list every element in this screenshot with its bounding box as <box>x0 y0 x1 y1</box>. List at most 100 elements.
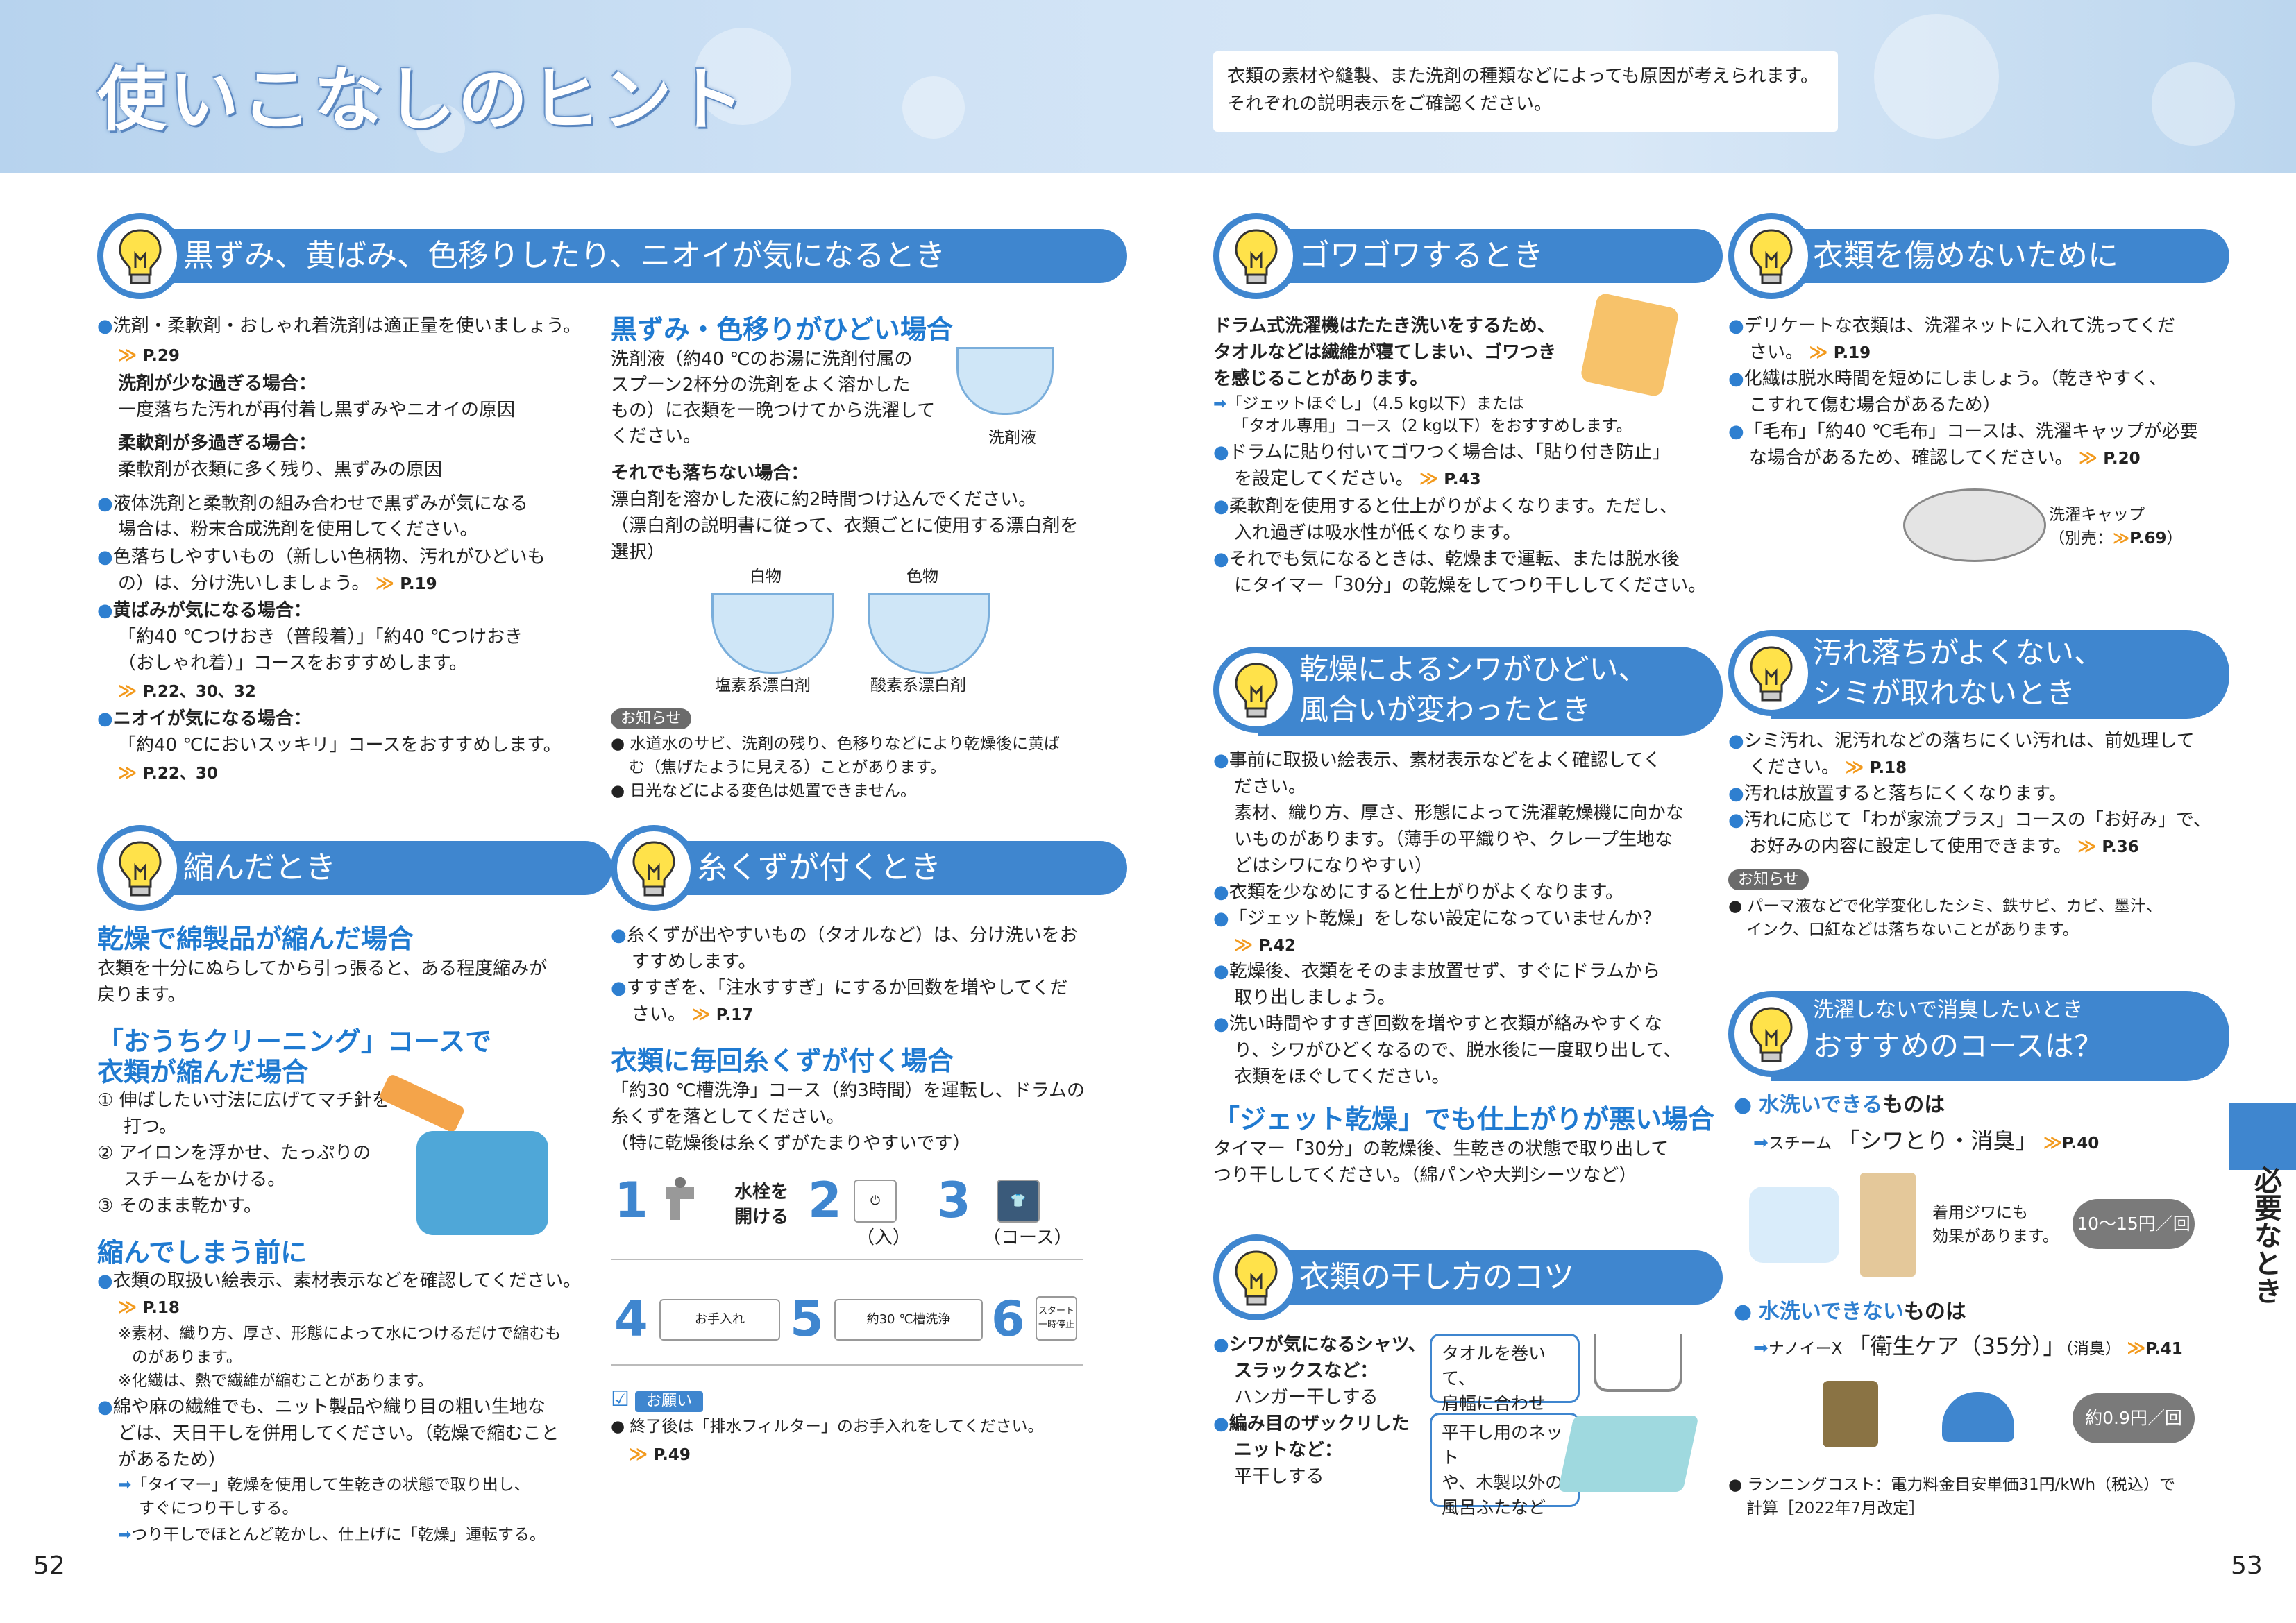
section-heading-shoshu: 洗濯しないで消臭したいとき おすすめのコースは？ <box>1771 991 2229 1081</box>
list-item: ●それでも気になるときは、乾燥まで運転、または脱水後 <box>1213 549 1680 570</box>
list-item: ●液体洗剤と柔軟剤の組み合わせで黒ずみが気になる <box>97 493 528 514</box>
list-item: ●色落ちしやすいもの（新しい色柄物、汚れがひどいも <box>97 547 546 568</box>
page-number-right: 53 <box>2231 1552 2263 1580</box>
caption: 酸素系漂白剤 <box>870 677 966 695</box>
list-item: ●汚れは放置すると落ちにくくなります。 <box>1728 783 2067 804</box>
lightbulb-icon <box>97 213 183 299</box>
list-item: ●糸くずが出やすいもの（タオルなど）は、分け洗いをお <box>611 925 1078 946</box>
text: 素材、織り方、厚さ、形態によって洗濯乾燥機に向かな <box>1234 803 1684 824</box>
text: お好みの内容に設定して使用できます。 ≫ P.36 <box>1749 836 2139 857</box>
text: な場合があるため、確認してください。 ≫ P.20 <box>1749 448 2141 468</box>
list-item: ●汚れに応じて「わが家流プラス」コースの「お好み」で、 <box>1728 810 2211 831</box>
sub-label: それでも落ちない場合： <box>611 463 809 484</box>
page-number-left: 52 <box>33 1552 65 1580</box>
arrow-item: ➡「ジェットほぐし」（4.5 kg以下）または <box>1213 395 1524 413</box>
section-heading-shiwa: 乾燥によるシワがひどい、 風合いが変わったとき <box>1258 647 1723 736</box>
section-heading-kurozumi: 黒ずみ、黄ばみ、色移りしたり、ニオイが気になるとき <box>139 229 1127 283</box>
caption: 塩素系漂白剤 <box>715 677 811 695</box>
text: どはシワになりやすい） <box>1234 856 1433 876</box>
page-ref[interactable]: ≫ P.22、30 <box>118 760 218 786</box>
list-item: ●デリケートな衣類は、洗濯ネットに入れて洗ってくだ <box>1728 316 2175 337</box>
heading-line: シミが取れないとき <box>1813 676 2076 710</box>
step: ② アイロンを浮かせ、たっぷりの <box>97 1143 371 1164</box>
text: スプーン2杯分の洗剤をよく溶かした <box>611 375 911 396</box>
caption: 洗濯キャップ <box>2049 506 2145 524</box>
text: 一度落ちた汚れが再付着し黒ずみやニオイの原因 <box>118 400 516 420</box>
header-note-line: 衣類の素材や縫製、また洗剤の種類などによっても原因が考えられます。 <box>1227 66 1819 87</box>
section-heading-yogore: 汚れ落ちがよくない、 シミが取れないとき <box>1771 630 2229 719</box>
page-ref[interactable]: ≫ P.22、30、32 <box>118 679 256 704</box>
step-number: 5 <box>790 1291 824 1348</box>
list-item: ●「毛布」「約40 ℃毛布」コースは、洗濯キャップが必要 <box>1728 421 2198 442</box>
section-heading-itokuzu: 糸くずが付くとき <box>652 841 1127 895</box>
cap-illustration <box>1942 1392 2014 1442</box>
callout-line: 平干し用のネット <box>1442 1422 1564 1468</box>
text: インク、口紅などは落ちないことがあります。 <box>1746 921 2079 939</box>
non-washable-label: ● 水洗いできないものは <box>1734 1300 1966 1324</box>
text: （おしゃれ着）」コースをおすすめします。 <box>118 653 468 674</box>
step-number: 6 <box>991 1291 1025 1348</box>
page-ref[interactable]: ≫ P.18 <box>118 1295 180 1320</box>
notice-badge: お知らせ <box>1728 866 1809 892</box>
subsection-heading: 黒ずみ・色移りがひどい場合 <box>611 314 953 345</box>
text: 柔軟剤が衣類に多く残り、黒ずみの原因 <box>118 459 442 480</box>
step-text: （入） <box>856 1227 911 1248</box>
request-badge: ☑ お願い <box>611 1386 704 1413</box>
list-item: ● 水道水のサビ、洗剤の残り、色移りなどにより乾燥後に黄ば <box>611 735 1061 753</box>
text: 漂白剤を溶かした液に約2時間つけ込んでください。 <box>611 489 1037 510</box>
heading-line: 乾燥によるシワがひどい、 <box>1299 652 1648 686</box>
text: ドラム式洗濯機はたたき洗いをするため、 <box>1213 316 1555 337</box>
subsection-heading: 衣類が縮んだ場合 <box>97 1057 309 1087</box>
list-item: ●シワが気になるシャツ、 <box>1213 1334 1426 1355</box>
text: 衣類をほぐしてください。 <box>1234 1067 1450 1087</box>
text: 取り出しましょう。 <box>1234 987 1396 1008</box>
list-item: ● パーマ液などで化学変化したシミ、鉄サビ、カビ、墨汁、 <box>1728 897 2162 915</box>
caption: （別売：≫P.69） <box>2049 529 2183 547</box>
subsection-heading: 「おうちクリーニング」コースで <box>97 1026 492 1057</box>
hanger-illustration <box>1594 1334 1682 1392</box>
section-heading-hoshi: 衣類の干し方のコツ <box>1258 1250 1723 1305</box>
text: にタイマー「30分」の乾燥をしてつり干ししてください。 <box>1234 575 1707 596</box>
page-ref[interactable]: ≫ P.29 <box>118 343 180 368</box>
shirt-illustration <box>1749 1187 1839 1263</box>
basin-illustration <box>956 347 1054 415</box>
list-item: ● 終了後は「排水フィルター」のお手入れをしてください。 <box>611 1418 1044 1436</box>
towel-illustration <box>1579 291 1680 398</box>
text: 洗剤液（約40 ℃のお湯に洗剤付属の <box>611 349 913 370</box>
page-title: 使いこなしのヒント <box>97 59 747 140</box>
lightbulb-icon <box>1213 1234 1299 1320</box>
note: ※化繊は、熱で繊維が縮むことがあります。 <box>118 1372 433 1390</box>
heading-line: おすすめのコースは？ <box>1813 1029 2103 1063</box>
list-item: ●衣類の取扱い絵表示、素材表示などを確認してください。 <box>97 1271 582 1291</box>
lightbulb-icon <box>1213 213 1299 299</box>
text: （漂白剤の説明書に従って、衣類ごとに使用する漂白剤を <box>611 516 1079 536</box>
text: ください。 <box>611 426 702 447</box>
text: ハンガー干しする <box>1234 1387 1378 1408</box>
callout-line: タオルを巻いて、 <box>1442 1343 1546 1388</box>
list-item: ●編み目のザックリした <box>1213 1413 1410 1434</box>
section-heading-itamenai: 衣類を傷めないために <box>1771 229 2229 283</box>
text: すぐにつり干しする。 <box>139 1499 298 1518</box>
heading-line: 風合いが変わったとき <box>1299 692 1592 726</box>
text: つり干ししてください。（綿パンや大判シーツなど） <box>1213 1165 1637 1186</box>
text: を設定してください。 ≫ P.43 <box>1234 468 1481 489</box>
price-badge: 約0.9円／回 <box>2073 1393 2195 1443</box>
section-heading-chijimi: 縮んだとき <box>139 841 612 895</box>
note: 効果があります。 <box>1932 1227 2059 1246</box>
text: 「約40 ℃つけおき（普段着）」「約40 ℃つけおき <box>118 627 523 647</box>
running-cost-note: ● ランニングコスト：電力料金目安単価31円/kWh（税込）で <box>1728 1476 2176 1494</box>
list-item: ● 日光などによる変色は処置できません。 <box>611 782 917 800</box>
list-item: ●乾燥後、衣類をそのまま放置せず、すぐにドラムから <box>1213 961 1661 982</box>
step-number: 2 <box>808 1172 842 1229</box>
page-ref[interactable]: ≫ P.49 <box>629 1442 691 1468</box>
divider <box>611 1259 1083 1260</box>
text: 「タオル専用」コース（2 kg以下）をおすすめします。 <box>1233 417 1632 435</box>
power-button-icon: ⏻ <box>854 1180 897 1223</box>
sub-label: 洗剤が少な過ぎる場合： <box>118 373 317 394</box>
text: （特に乾燥後は糸くずがたまりやすいです） <box>611 1133 971 1154</box>
page-ref[interactable]: ≫ P.42 <box>1234 933 1296 958</box>
text: 「約40 ℃においスッキリ」コースをおすすめします。 <box>118 735 562 756</box>
step-text: 水栓を <box>734 1182 789 1203</box>
text: 戻ります。 <box>97 985 186 1005</box>
step-number: 4 <box>614 1291 648 1348</box>
